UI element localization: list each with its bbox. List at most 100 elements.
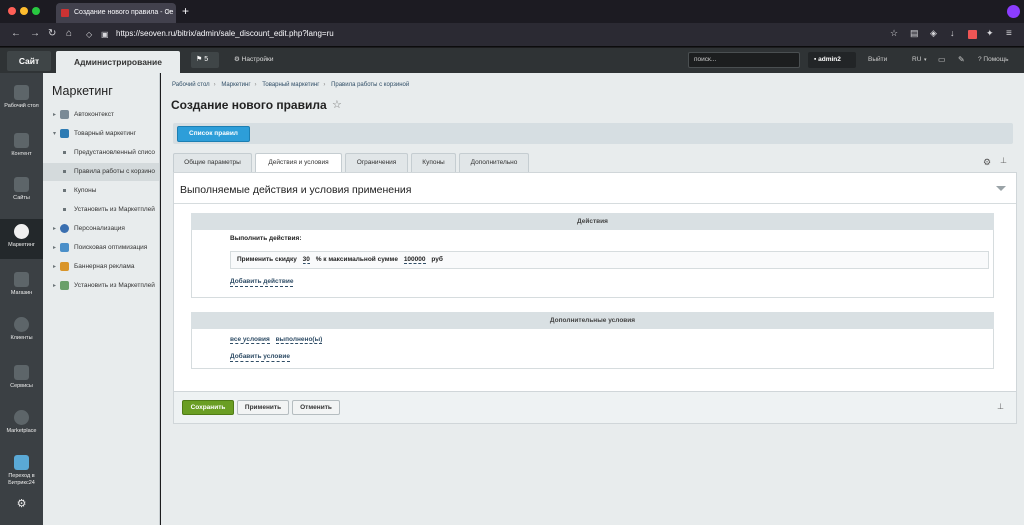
marketing-submenu: Маркетинг ▸ Автоконтекст ▾ Товарный марк…: [43, 73, 160, 525]
apply-button[interactable]: Применить: [237, 400, 289, 415]
all-conditions-select[interactable]: все условия: [230, 336, 270, 344]
personalization-icon: [60, 224, 69, 233]
leftnav-sites[interactable]: Сайты: [0, 177, 43, 213]
submenu-item-product-marketing[interactable]: ▾ Товарный маркетинг: [43, 125, 159, 143]
admin-tab-button[interactable]: Администрирование: [56, 51, 180, 73]
save-button[interactable]: Сохранить: [182, 400, 234, 415]
browser-tab-bar: Создание нового правила - Се × +: [0, 0, 1024, 23]
leftnav-shop[interactable]: Магазин: [0, 272, 43, 308]
pin-icon[interactable]: ✎: [958, 52, 965, 68]
leftnav-content[interactable]: Контент: [0, 133, 43, 169]
logout-link[interactable]: Выйти: [868, 52, 887, 68]
form-footer: Сохранить Применить Отменить ⊥: [173, 392, 1017, 424]
tab-actions-conditions[interactable]: Действия и условия: [255, 153, 342, 173]
breadcrumb-item[interactable]: Товарный маркетинг: [262, 82, 319, 88]
bookmark-star-icon[interactable]: ☆: [890, 28, 898, 39]
leftnav-label: Сервисы: [10, 383, 33, 389]
back-icon[interactable]: ←: [11, 28, 21, 39]
submenu-item-install-marketplace[interactable]: Установить из Маркетплей: [43, 201, 159, 219]
downloads-icon[interactable]: ↓: [950, 28, 955, 38]
pin-icon[interactable]: ⊥: [997, 402, 1004, 411]
leftnav-services[interactable]: Сервисы: [0, 365, 43, 401]
site-tab-button[interactable]: Сайт: [7, 51, 51, 71]
divider: [174, 203, 1016, 204]
leftnav-marketing[interactable]: Маркетинг: [0, 219, 43, 259]
user-button[interactable]: ▪ admin2: [808, 52, 856, 68]
submenu-item-label: Правила работы с корзино: [74, 168, 156, 175]
shield-icon[interactable]: ◈: [930, 28, 937, 39]
address-bar[interactable]: https://seoven.ru/bitrix/admin/sale_disc…: [116, 29, 334, 38]
settings-button[interactable]: ⚙ Настройки: [234, 52, 274, 68]
submenu-item-personalization[interactable]: ▸ Персонализация: [43, 220, 159, 238]
shield-icon[interactable]: ◇: [86, 30, 92, 39]
help-button[interactable]: ? Помощь: [978, 52, 1009, 68]
lock-icon[interactable]: ▣: [101, 30, 109, 39]
forward-icon[interactable]: →: [30, 28, 40, 39]
breadcrumb-separator: ›: [213, 82, 216, 88]
submenu-item-banners[interactable]: ▸ Баннерная реклама: [43, 258, 159, 276]
extension-icon[interactable]: [968, 30, 977, 39]
submenu-item-autocontext[interactable]: ▸ Автоконтекст: [43, 106, 159, 124]
maximize-window-icon[interactable]: [32, 7, 40, 15]
search-input[interactable]: поиск...: [688, 52, 800, 68]
submenu-item-cart-rules[interactable]: Правила работы с корзино: [43, 163, 159, 181]
gear-icon: ⚙: [234, 56, 242, 63]
submenu-item-install-marketplace-2[interactable]: ▸ Установить из Маркетплей: [43, 277, 159, 295]
submenu-item-preset-list[interactable]: Предустановленный списо: [43, 144, 159, 162]
add-condition-link[interactable]: Добавить условие: [230, 353, 290, 362]
discount-action-row: Применить скидку 30 % к максимальной сум…: [230, 251, 989, 269]
home-icon[interactable]: ⌂: [66, 28, 72, 39]
breadcrumb-item[interactable]: Рабочий стол: [172, 82, 210, 88]
leftnav-label: Клиенты: [10, 335, 33, 341]
cart-icon: [60, 281, 69, 290]
favorite-star-icon[interactable]: ☆: [332, 98, 342, 111]
rules-list-button[interactable]: Список правил: [177, 126, 250, 142]
screenshot-icon[interactable]: ▤: [910, 28, 919, 39]
tab-coupons[interactable]: Купоны: [411, 153, 456, 172]
browser-tab-title: Создание нового правила - Се: [74, 9, 174, 16]
collapse-icon[interactable]: [996, 186, 1006, 191]
breadcrumb-item[interactable]: Маркетинг: [221, 82, 250, 88]
notifications-button[interactable]: ⚑ 5: [191, 52, 219, 68]
page-title: Создание нового правила: [171, 98, 327, 112]
new-tab-button[interactable]: +: [182, 4, 189, 18]
tab-additional[interactable]: Дополнительно: [459, 153, 529, 172]
leftnav-marketplace[interactable]: Marketplace: [0, 410, 43, 446]
tab-settings-gear-icon[interactable]: ⚙: [983, 157, 991, 168]
chevron-right-icon: ▸: [53, 226, 57, 232]
extension-icon[interactable]: [1007, 5, 1020, 18]
language-select[interactable]: RU: [912, 52, 921, 68]
close-tab-icon[interactable]: ×: [167, 3, 171, 23]
reload-icon[interactable]: ↻: [48, 28, 56, 39]
browser-tab[interactable]: Создание нового правила - Се ×: [56, 3, 176, 23]
pin-icon[interactable]: ⊥: [1000, 156, 1007, 165]
minimize-window-icon[interactable]: [20, 7, 28, 15]
autocontext-icon: [60, 110, 69, 119]
discount-value-input[interactable]: 30: [302, 256, 310, 264]
breadcrumb-item[interactable]: Правила работы с корзиной: [331, 82, 409, 88]
chevron-down-icon: ▾: [53, 131, 57, 137]
window-icon[interactable]: ▭: [938, 52, 946, 68]
action-prefix: Применить скидку: [237, 256, 297, 263]
leftnav-settings[interactable]: ⚙: [0, 499, 43, 519]
leftnav-desktop[interactable]: Рабочий стол: [0, 85, 43, 127]
menu-icon[interactable]: ≡: [1006, 28, 1012, 39]
add-action-link[interactable]: Добавить действие: [230, 278, 294, 287]
leftnav-bitrix24[interactable]: Переход в Битрикс24: [0, 455, 43, 499]
bullet-icon: [63, 151, 66, 154]
layers-icon: [14, 365, 29, 380]
fulfilled-select[interactable]: выполнено(ы): [275, 336, 323, 344]
max-sum-input[interactable]: 100000: [403, 256, 426, 264]
submenu-item-coupons[interactable]: Купоны: [43, 182, 159, 200]
conditions-logic: все условия выполнено(ы): [230, 336, 326, 344]
close-window-icon[interactable]: [8, 7, 16, 15]
tab-general[interactable]: Общие параметры: [173, 153, 252, 172]
submenu-item-seo[interactable]: ▸ Поисковая оптимизация: [43, 239, 159, 257]
leftnav-clients[interactable]: Клиенты: [0, 317, 43, 353]
cancel-button[interactable]: Отменить: [292, 400, 340, 415]
flag-icon: ⚑: [196, 56, 205, 63]
action-mid-text: % к максимальной сумме: [315, 256, 398, 263]
tab-restrictions[interactable]: Ограничения: [345, 153, 408, 172]
extensions-icon[interactable]: ✦: [986, 28, 994, 39]
currency-select[interactable]: руб: [431, 256, 443, 263]
